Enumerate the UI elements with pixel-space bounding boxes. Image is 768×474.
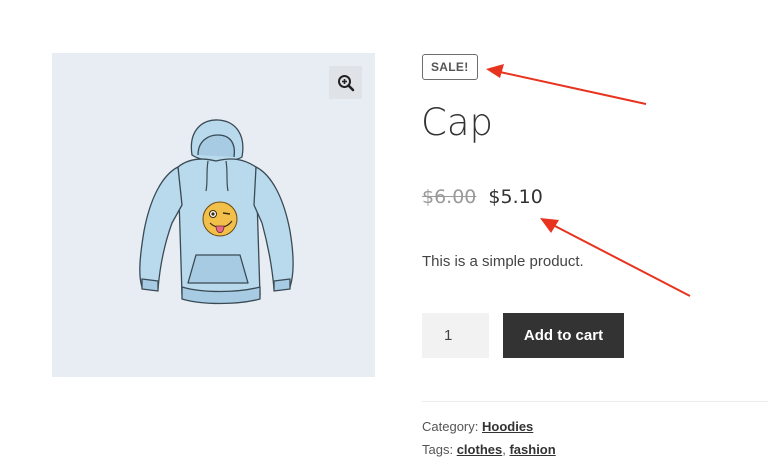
sale-badge: SALE! [422,54,478,80]
divider [422,401,768,402]
product-gallery [52,53,375,377]
regular-price: $6.00 [422,186,477,208]
tags-label: Tags: [422,442,454,457]
product-category: Category: Hoodies [422,419,533,434]
tag-separator: , [502,442,506,457]
quantity-input[interactable] [422,313,489,358]
zoom-button[interactable] [329,66,362,99]
zoom-in-icon [337,74,354,91]
product-description: This is a simple product. [422,253,584,270]
tag-link-fashion[interactable]: fashion [509,442,555,457]
add-to-cart-button[interactable]: Add to cart [503,313,624,358]
category-label: Category: [422,419,479,434]
product-tags: Tags: clothes, fashion [422,442,556,457]
arrow-to-sale-badge [486,64,647,105]
sale-price: $5.10 [488,186,543,208]
tag-link-clothes[interactable]: clothes [457,442,503,457]
product-price: $6.00 $5.10 [422,186,543,208]
hoodie-image[interactable] [126,115,306,315]
product-title: Cap [421,101,493,144]
category-link[interactable]: Hoodies [482,419,533,434]
